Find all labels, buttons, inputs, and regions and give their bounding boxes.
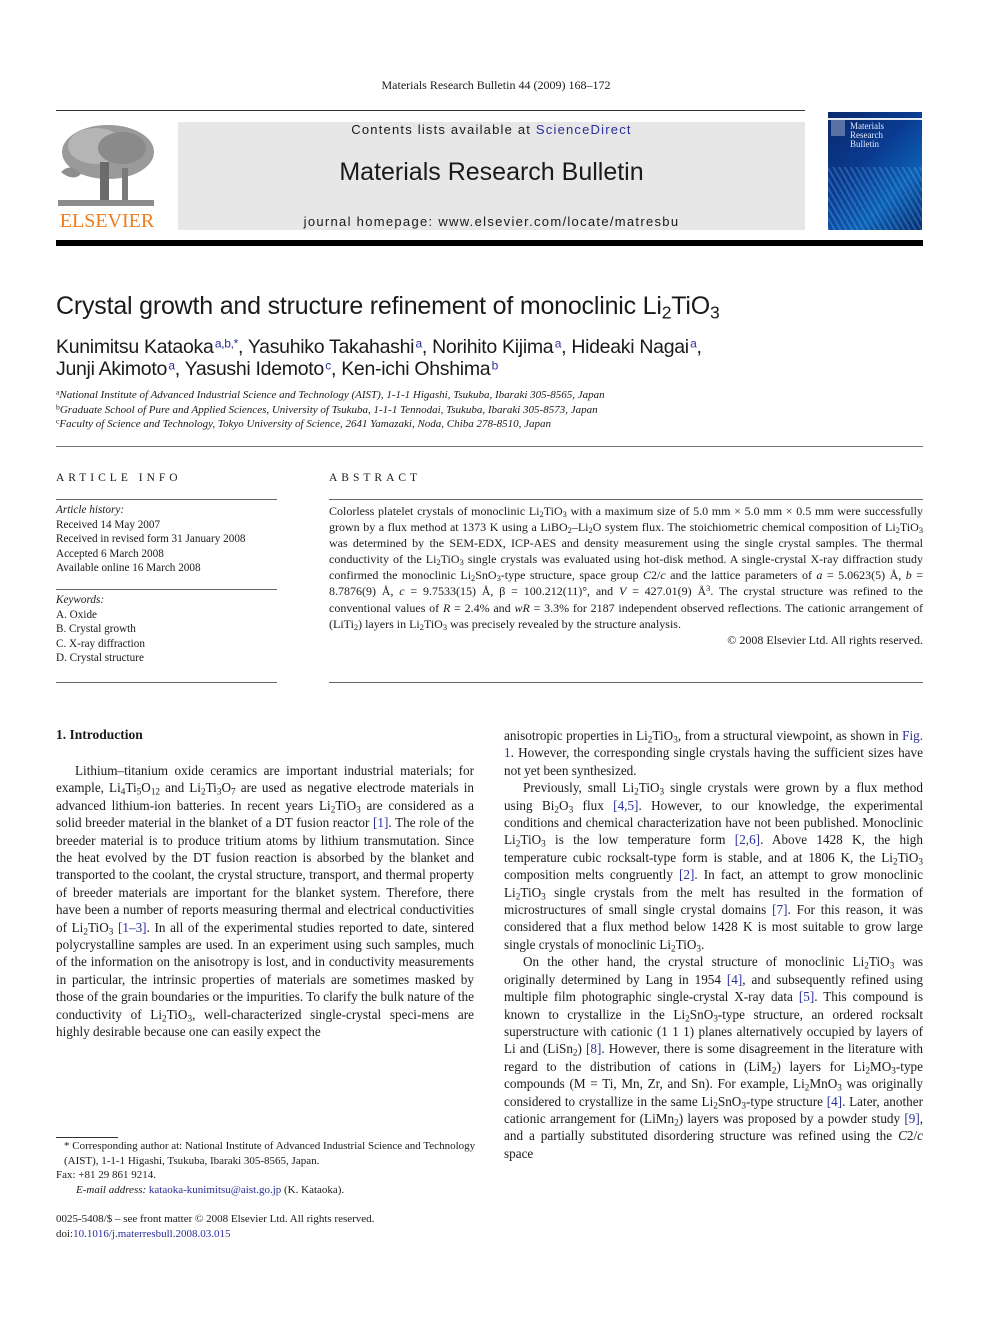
article-title: Crystal growth and structure refinement … <box>56 292 720 323</box>
abstract-copyright: © 2008 Elsevier Ltd. All rights reserved… <box>727 632 923 647</box>
journal-name: Materials Research Bulletin <box>339 158 644 186</box>
cover-pattern <box>828 167 922 230</box>
citation-link[interactable]: [1–3] <box>118 920 147 935</box>
author-list: Kunimitsu Kataoka a,b,*, Yasuhiko Takaha… <box>56 336 702 380</box>
paragraph: On the other hand, the crystal structure… <box>504 954 924 1161</box>
author[interactable]: Hideaki Nagai a <box>571 336 697 358</box>
paragraph: Lithium–titanium oxide ceramics are impo… <box>56 763 475 1040</box>
front-matter: 0025-5408/$ – see front matter © 2008 El… <box>56 1213 375 1240</box>
sciencedirect-link[interactable]: ScienceDirect <box>536 122 632 137</box>
affiliation-rule <box>56 446 923 447</box>
abstract-heading: ABSTRACT <box>329 472 422 484</box>
affiliations: aNational Institute of Advanced Industri… <box>56 388 605 432</box>
author[interactable]: Ken-ichi Ohshima b <box>341 358 498 380</box>
header-rule <box>56 110 805 111</box>
abstract-rule <box>329 499 923 500</box>
keyword: D. Crystal structure <box>56 652 144 664</box>
keyword: C. X-ray diffraction <box>56 637 145 650</box>
keyword: A. Oxide <box>56 608 98 621</box>
citation-link[interactable]: [2,6] <box>735 832 760 847</box>
doi-link[interactable]: 10.1016/j.materresbull.2008.03.015 <box>73 1228 230 1240</box>
citation-link[interactable]: [7] <box>772 902 787 917</box>
author[interactable]: Kunimitsu Kataoka a,b,* <box>56 336 238 358</box>
citation-link[interactable]: [4,5] <box>613 798 638 813</box>
citation-link[interactable]: [1] <box>373 815 388 830</box>
author[interactable]: Norihito Kijima a <box>432 336 561 358</box>
elsevier-tree-icon <box>56 122 156 210</box>
abstract-bottom-rule <box>329 682 923 683</box>
author[interactable]: Yasuhiko Takahashi a <box>248 336 422 358</box>
elsevier-logo[interactable]: ELSEVIER <box>56 122 158 234</box>
author[interactable]: Junji Akimoto a <box>56 358 175 380</box>
keyword: B. Crystal growth <box>56 623 136 635</box>
citation-link[interactable]: [9] <box>904 1111 919 1126</box>
author[interactable]: Yasushi Idemoto c <box>185 358 332 380</box>
keywords: Keywords: A. Oxide B. Crystal growth C. … <box>56 594 145 664</box>
affiliation: cFaculty of Science and Technology, Toky… <box>56 416 551 430</box>
body-column-left: Lithium–titanium oxide ceramics are impo… <box>56 762 474 1041</box>
journal-banner: Contents lists available at ScienceDirec… <box>178 122 805 230</box>
paragraph: Previously, small Li2TiO3 single crystal… <box>504 780 924 954</box>
cover-logo-icon <box>831 120 845 136</box>
citation-link[interactable]: [8] <box>586 1041 601 1056</box>
corresponding-author-footnote: * Corresponding author at: National Inst… <box>56 1140 476 1196</box>
article-history: Article history: Received 14 May 2007 Re… <box>56 504 246 574</box>
article-info-heading: ARTICLE INFO <box>56 472 182 484</box>
keywords-rule <box>56 589 277 590</box>
running-head: Materials Research Bulletin 44 (2009) 16… <box>381 78 611 92</box>
abstract-text: Colorless platelet crystals of monoclini… <box>329 504 924 647</box>
header-thick-rule <box>56 240 923 246</box>
elsevier-wordmark: ELSEVIER <box>59 210 155 232</box>
citation-link[interactable]: [4] <box>827 1094 842 1109</box>
figure-link[interactable]: Fig. 1 <box>504 728 923 760</box>
citation-link[interactable]: [5] <box>799 989 814 1004</box>
body-column-right: anisotropic properties in Li2TiO3, from … <box>504 727 923 1162</box>
paragraph: anisotropic properties in Li2TiO3, from … <box>504 728 923 778</box>
affiliation: aNational Institute of Advanced Industri… <box>56 387 605 401</box>
citation-link[interactable]: [4] <box>727 972 742 987</box>
citation-link[interactable]: [2] <box>679 867 694 882</box>
footnote-rule <box>56 1137 118 1138</box>
journal-homepage[interactable]: journal homepage: www.elsevier.com/locat… <box>178 214 805 229</box>
contents-line: Contents lists available at ScienceDirec… <box>351 122 632 137</box>
affiliation: bGraduate School of Pure and Applied Sci… <box>56 402 598 416</box>
article-info-rule <box>56 499 277 500</box>
cover-title: Materials Research Bulletin <box>850 121 884 149</box>
section-heading-introduction: 1. Introduction <box>56 727 143 742</box>
journal-cover-image[interactable]: Materials Research Bulletin <box>828 112 922 230</box>
article-info-bottom-rule <box>56 682 277 683</box>
email-link[interactable]: kataoka-kunimitsu@aist.go.jp <box>149 1184 281 1196</box>
